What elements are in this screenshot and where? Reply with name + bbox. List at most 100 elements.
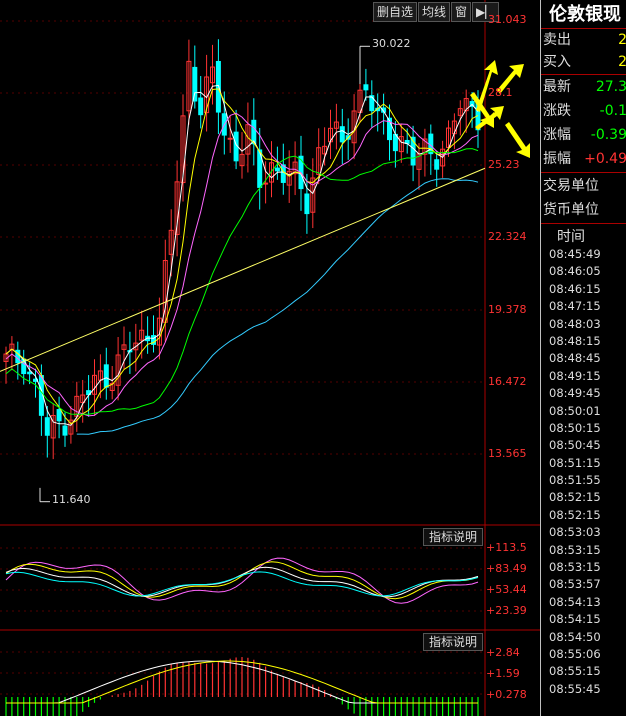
indicator1-line <box>5 561 479 600</box>
quote-row: 交易单位 <box>543 175 626 197</box>
candle-body <box>274 167 280 172</box>
support-trendline <box>0 167 486 372</box>
indicator-axis-label: +1.59 <box>486 667 520 680</box>
candle-body <box>27 371 33 375</box>
trade-time-item: 08:45:49 <box>549 247 601 261</box>
trade-time-item: 08:49:45 <box>549 386 601 401</box>
quote-value: 2 <box>618 51 626 73</box>
divider <box>541 74 626 75</box>
candlestick-chart[interactable] <box>0 0 540 716</box>
indicator1-line <box>5 571 479 597</box>
trade-time-item: 08:48:03 <box>549 316 601 331</box>
candle-body <box>198 97 204 116</box>
quote-row: 卖出 2 <box>543 29 626 51</box>
trade-time-item: 08:53:03 <box>549 525 601 540</box>
trade-time-item: 08:51:15 <box>549 455 601 470</box>
trade-time-item: 08:46:05 <box>549 264 601 279</box>
indicator-axis-label: +23.39 <box>486 604 527 617</box>
low-price-annotation: 11.640 <box>52 493 91 506</box>
price-label: 16.472 <box>488 375 527 388</box>
trade-time-item: 08:50:45 <box>549 438 601 453</box>
trade-time-item: 08:55:45 <box>549 681 601 696</box>
trade-time-item: 08:51:55 <box>549 473 601 488</box>
trade-time-item: 08:54:50 <box>549 629 601 644</box>
candle-body <box>44 417 50 436</box>
trade-time-item: 08:50:15 <box>549 420 601 435</box>
indicator-axis-label: +53.44 <box>486 583 527 596</box>
trade-time-item: 08:55:06 <box>549 646 601 661</box>
price-label: 13.565 <box>488 447 527 460</box>
quote-key: 最新 <box>543 79 571 95</box>
trade-time-item: 08:53:15 <box>549 542 601 557</box>
quote-key: 交易单位 <box>543 178 599 194</box>
chart-toolbar: 删自选 均线 窗 ▶▏ <box>373 2 499 22</box>
ma120-line <box>76 178 479 435</box>
quote-panel: 伦敦银现 卖出 2 买入 2 最新 27.3 涨跌 -0.1 涨幅 -0.39 振幅 +0.… <box>540 0 626 716</box>
price-label: 31.043 <box>488 13 527 26</box>
trade-time-item: 08:48:15 <box>549 333 601 348</box>
quote-key: 货币单位 <box>543 202 599 218</box>
trade-time-item: 08:50:01 <box>549 403 601 418</box>
indicator-2 <box>5 657 479 716</box>
candle-body <box>62 425 68 436</box>
trade-time-item: 08:52:15 <box>549 507 601 522</box>
divider <box>541 172 626 173</box>
quote-value: 2 <box>618 29 626 51</box>
trade-time-item: 08:54:15 <box>549 612 601 627</box>
indicator-info-button[interactable]: 指标说明 <box>423 528 484 546</box>
trade-time-item: 08:53:57 <box>549 577 601 592</box>
quote-value: +0.49 <box>584 151 626 167</box>
chart-grid <box>0 0 540 716</box>
indicator-1 <box>5 557 479 604</box>
trade-time-item: 08:52:15 <box>549 490 601 505</box>
quote-row: 货币单位 <box>543 199 626 221</box>
annotation-arrows <box>470 60 530 158</box>
quote-key: 买入 <box>543 54 571 70</box>
quote-value: 27.3 <box>595 79 626 95</box>
divider <box>541 223 626 224</box>
candle-body <box>103 364 109 388</box>
trade-time-item: 08:49:15 <box>549 368 601 383</box>
candle-body <box>56 409 62 422</box>
quote-value: -0.39 <box>590 127 626 143</box>
indicator-axis-label: +113.5 <box>486 541 527 554</box>
candles <box>3 39 481 460</box>
quote-row: 买入 2 <box>543 51 626 73</box>
indicator-axis-label: +0.278 <box>486 688 527 701</box>
quote-key: 振幅 <box>543 151 571 167</box>
indicator1-line <box>5 557 479 604</box>
candle-body <box>263 182 269 185</box>
price-label: 28.1 <box>488 86 513 99</box>
candle-body <box>434 159 440 170</box>
ma60-line <box>5 148 479 415</box>
indicator-axis-label: +2.84 <box>486 646 520 659</box>
candle-body <box>363 84 369 91</box>
quote-row: 涨幅 -0.39 <box>543 124 626 146</box>
candle-body <box>280 164 286 183</box>
quote-row: 振幅 +0.49 <box>543 148 626 170</box>
indicator-info-button[interactable]: 指标说明 <box>423 633 484 651</box>
trade-time-item: 08:55:15 <box>549 664 601 679</box>
trade-time-item: 08:53:15 <box>549 560 601 575</box>
quote-value: -0.1 <box>599 103 626 119</box>
candle-body <box>339 126 345 143</box>
candle-body <box>227 137 233 140</box>
quote-row: 最新 27.3 <box>543 76 626 98</box>
moving-average-button[interactable]: 均线 <box>418 2 451 22</box>
price-label: 22.324 <box>488 230 527 243</box>
price-label: 25.23 <box>488 158 520 171</box>
delete-watchlist-button[interactable]: 删自选 <box>373 2 418 22</box>
candle-body <box>304 193 310 215</box>
high-price-annotation: 30.022 <box>372 37 411 50</box>
time-header: 时间 <box>557 229 585 245</box>
candle-body <box>192 66 198 102</box>
trade-times-list: 08:45:49 08:46:05 08:46:15 08:47:15 08:48:03… <box>549 246 601 698</box>
trade-time-item: 08:47:15 <box>549 299 601 314</box>
quote-key: 涨幅 <box>543 127 571 143</box>
window-button[interactable]: 窗 <box>451 2 472 22</box>
quote-key: 卖出 <box>543 32 571 48</box>
indicator-axis-label: +83.49 <box>486 562 527 575</box>
annotation-arrow <box>505 122 530 158</box>
price-label: 19.378 <box>488 303 527 316</box>
instrument-title: 伦敦银现 <box>549 4 621 25</box>
